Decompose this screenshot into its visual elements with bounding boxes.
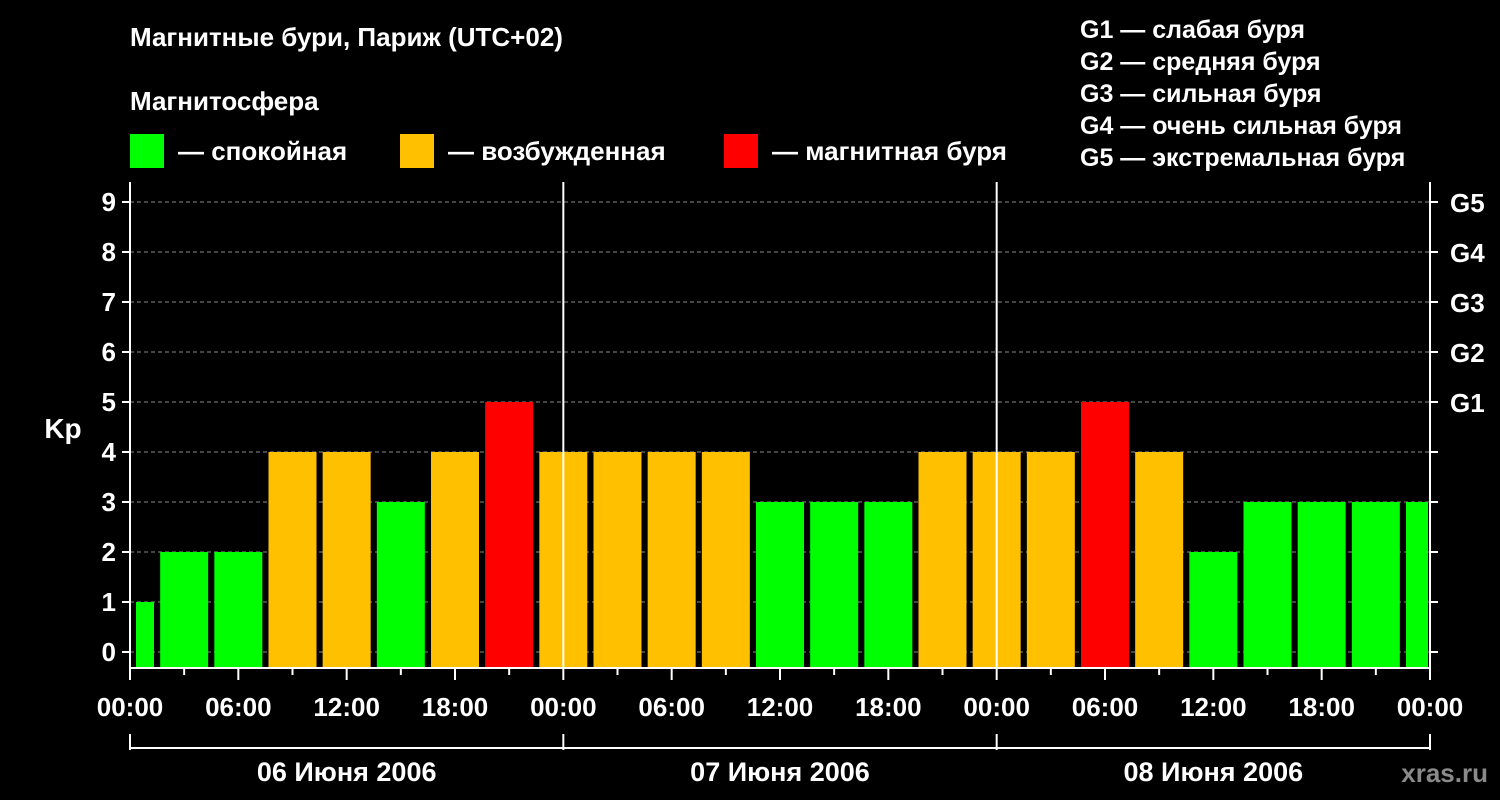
y-tick-label: 2 — [102, 537, 116, 567]
kp-bar — [160, 552, 209, 668]
kp-bar — [701, 452, 750, 668]
y-axis-label: Kp — [44, 413, 81, 444]
kp-bar-chart: 0 1 2 3 4 5 6 7 8 9 G1 G2 G3 G4 G5 Kp 00:00 06:00 12:00 18:… — [44, 182, 1485, 787]
kp-bar — [1026, 452, 1075, 668]
x-tick-label: 00:00 — [1397, 692, 1464, 722]
kp-bar — [1243, 502, 1292, 668]
x-tick-label: 12:00 — [747, 692, 814, 722]
footer-credit: xras.ru — [1401, 758, 1488, 788]
storm-level-tick-label: G5 — [1450, 188, 1485, 218]
kp-bar — [322, 452, 371, 668]
kp-bar — [268, 452, 317, 668]
y-tick-label: 1 — [102, 587, 116, 617]
y-tick-label: 7 — [102, 287, 116, 317]
y-tick-label: 4 — [102, 437, 117, 467]
x-tick-label: 06:00 — [1072, 692, 1139, 722]
kp-bar — [1406, 502, 1428, 668]
y-tick-label: 8 — [102, 237, 116, 267]
x-tick-label: 00:00 — [963, 692, 1030, 722]
day-label: 07 Июня 2006 — [690, 757, 870, 787]
x-tick-label: 06:00 — [205, 692, 272, 722]
kp-bar — [756, 502, 804, 668]
y-tick-label: 0 — [102, 637, 116, 667]
day-label: 06 Июня 2006 — [257, 757, 437, 787]
kp-bar — [1297, 502, 1346, 668]
kp-bar — [647, 452, 696, 668]
x-tick-label: 18:00 — [422, 692, 489, 722]
x-tick-label: 00:00 — [530, 692, 597, 722]
kp-bar — [136, 602, 154, 668]
y-tick-label: 3 — [102, 487, 116, 517]
axis-layer: 0 1 2 3 4 5 6 7 8 9 G1 G2 G3 G4 G5 Kp 00:00 06:00 12:00 18:… — [44, 182, 1485, 787]
x-tick-label: 12:00 — [1180, 692, 1247, 722]
kp-bar — [431, 452, 479, 668]
kp-bar — [214, 552, 263, 668]
kp-bar — [1135, 452, 1184, 668]
storm-level-tick-label: G2 — [1450, 338, 1485, 368]
storm-level-tick-label: G1 — [1450, 388, 1485, 418]
kp-bar — [1351, 502, 1400, 668]
kp-bar — [810, 502, 859, 668]
kp-bar — [485, 402, 534, 668]
x-tick-label: 18:00 — [855, 692, 922, 722]
kp-bar — [593, 452, 642, 668]
x-tick-label: 06:00 — [638, 692, 705, 722]
y-tick-label: 5 — [102, 387, 116, 417]
storm-level-tick-label: G3 — [1450, 288, 1485, 318]
x-tick-label: 12:00 — [313, 692, 380, 722]
x-tick-label: 00:00 — [97, 692, 164, 722]
y-tick-label: 6 — [102, 337, 116, 367]
kp-bar — [918, 452, 967, 668]
kp-bar — [1189, 552, 1238, 668]
y-tick-label: 9 — [102, 187, 116, 217]
day-label: 08 Июня 2006 — [1124, 757, 1304, 787]
kp-bar — [1081, 402, 1129, 668]
kp-bar — [376, 502, 425, 668]
kp-bar — [864, 502, 913, 668]
storm-level-tick-label: G4 — [1450, 238, 1485, 268]
bar-layer — [136, 402, 1428, 668]
x-tick-label: 18:00 — [1288, 692, 1355, 722]
